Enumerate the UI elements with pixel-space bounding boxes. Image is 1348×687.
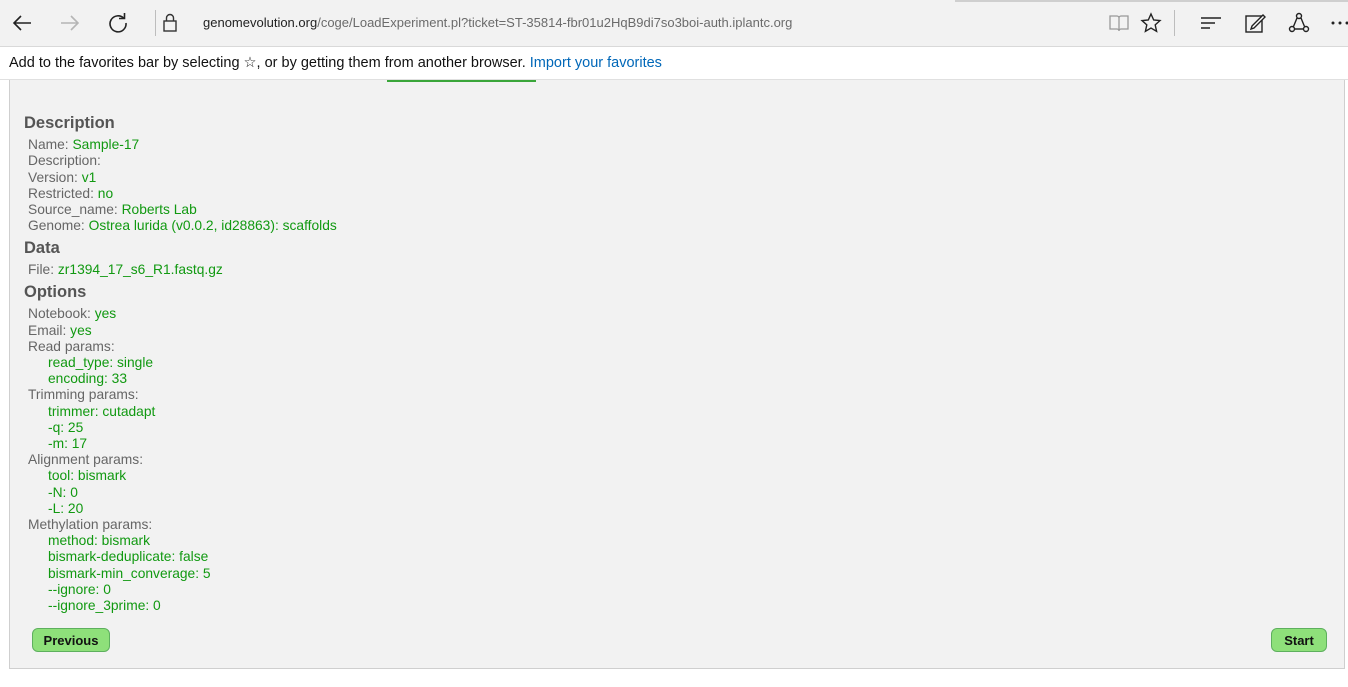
page-content: Description Name: Sample-17 Description:… <box>0 80 1348 687</box>
field-label: Version: <box>28 170 82 185</box>
url-host: genomevolution.org <box>203 15 318 30</box>
field-label: Description: <box>28 153 101 168</box>
field-value: no <box>97 186 114 201</box>
favorites-bar: Add to the favorites bar by selecting ☆,… <box>0 47 1348 80</box>
favorites-bar-text: Add to the favorites bar by selecting ☆,… <box>9 55 526 71</box>
start-button[interactable]: Start <box>1271 628 1327 652</box>
url-path: /coge/LoadExperiment.pl?ticket=ST-35814-… <box>317 15 793 30</box>
file-field: File: zr1394_17_s6_R1.fastq.gz <box>28 262 223 277</box>
tab-strip-edge-right <box>955 0 1348 2</box>
methylation-params-label: Methylation params: <box>28 517 153 532</box>
refresh-icon[interactable] <box>104 9 132 37</box>
trimming-params-label: Trimming params: <box>28 387 139 402</box>
data-heading: Data <box>24 239 60 257</box>
align-param-item: -L: 20 <box>48 501 84 516</box>
share-icon[interactable] <box>1285 9 1313 37</box>
restricted-field: Restricted: no <box>28 186 113 201</box>
field-label: Source_name: <box>28 202 122 217</box>
more-icon[interactable] <box>1326 9 1348 37</box>
field-value: yes <box>94 306 117 321</box>
forward-icon[interactable] <box>56 9 84 37</box>
description-field: Description: <box>28 153 101 168</box>
align-param-item: -N: 0 <box>48 485 78 500</box>
field-value: Sample-17 <box>72 137 140 152</box>
hub-icon[interactable] <box>1197 9 1225 37</box>
align-param-item: tool: bismark <box>48 468 127 483</box>
url-text[interactable]: genomevolution.org/coge/LoadExperiment.p… <box>203 15 792 30</box>
field-label: Email: <box>28 323 71 338</box>
field-value: v1 <box>81 170 97 185</box>
meth-param-item: bismark-min_converage: 5 <box>48 566 211 581</box>
genome-field: Genome: Ostrea lurida (v0.0.2, id28863):… <box>28 218 337 233</box>
field-value: yes <box>70 323 92 338</box>
options-heading: Options <box>24 283 87 301</box>
trim-param-item: -q: 25 <box>48 420 84 435</box>
meth-param-item: method: bismark <box>48 533 150 548</box>
meth-param-item: bismark-deduplicate: false <box>48 549 209 564</box>
browser-toolbar: genomevolution.org/coge/LoadExperiment.p… <box>0 0 1348 47</box>
name-field: Name: Sample-17 <box>28 137 139 152</box>
notebook-field: Notebook: yes <box>28 306 116 321</box>
read-params-label: Read params: <box>28 339 115 354</box>
back-icon[interactable] <box>8 9 36 37</box>
email-field: Email: yes <box>28 323 92 338</box>
import-favorites-link[interactable]: Import your favorites <box>530 55 662 71</box>
web-note-icon[interactable] <box>1241 9 1269 37</box>
field-label: Genome: <box>28 218 89 233</box>
field-label: Name: <box>28 137 73 152</box>
field-label: Notebook: <box>28 306 95 321</box>
version-field: Version: v1 <box>28 170 96 185</box>
read-param-item: read_type: single <box>48 355 154 370</box>
trim-param-item: trimmer: cutadapt <box>48 404 156 419</box>
field-value: zr1394_17_s6_R1.fastq.gz <box>57 262 223 277</box>
read-param-item: encoding: 33 <box>48 371 128 386</box>
address-bar[interactable]: genomevolution.org/coge/LoadExperiment.p… <box>162 8 1092 38</box>
trim-param-item: -m: 17 <box>48 436 88 451</box>
experiment-summary-panel: Description Name: Sample-17 Description:… <box>9 80 1345 669</box>
lock-icon <box>162 13 178 38</box>
favorite-star-icon[interactable] <box>1137 9 1165 37</box>
meth-param-item: --ignore_3prime: 0 <box>48 598 161 613</box>
previous-button[interactable]: Previous <box>32 628 110 652</box>
active-step-indicator <box>387 80 536 82</box>
source-name-field: Source_name: Roberts Lab <box>28 202 197 217</box>
field-value: Roberts Lab <box>121 202 197 217</box>
field-label: Restricted: <box>28 186 98 201</box>
field-label: File: <box>28 262 58 277</box>
favorites-bar-message: Add to the favorites bar by selecting ☆,… <box>9 55 662 71</box>
toolbar-separator <box>1174 10 1175 36</box>
alignment-params-label: Alignment params: <box>28 452 144 467</box>
toolbar-separator <box>155 10 156 36</box>
meth-param-item: --ignore: 0 <box>48 582 111 597</box>
description-heading: Description <box>24 114 115 132</box>
tab-strip-edge <box>0 0 955 2</box>
field-value: Ostrea lurida (v0.0.2, id28863): scaffol… <box>88 218 337 233</box>
reading-view-icon[interactable] <box>1105 9 1133 37</box>
